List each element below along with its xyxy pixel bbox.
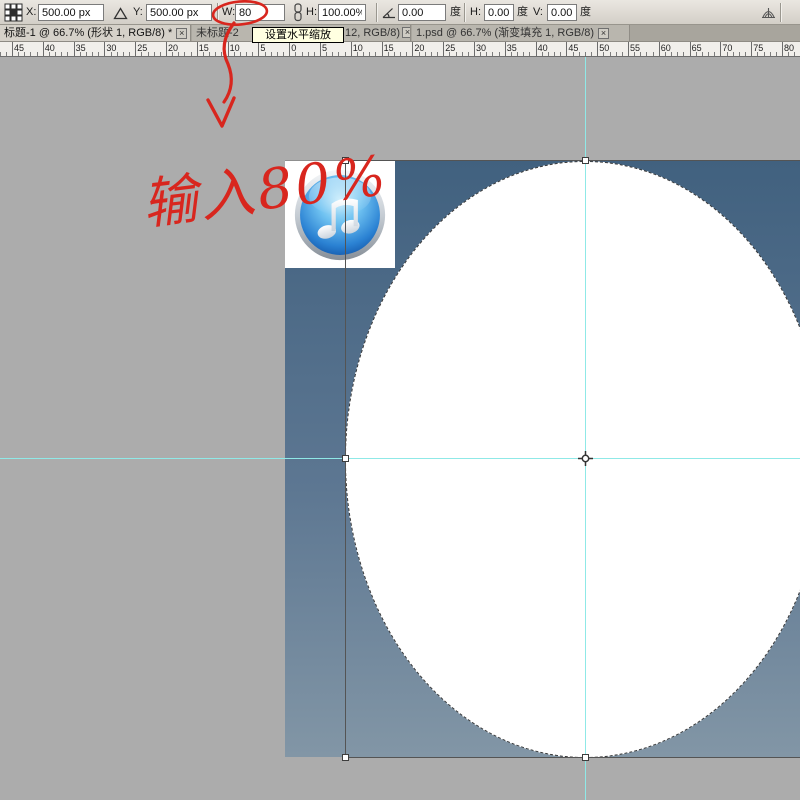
rotate-angle-unit: 度 [450, 0, 461, 25]
y-position-label: Y: [133, 0, 143, 25]
rotate-angle-icon [382, 6, 396, 19]
document-tab-bar: 标题-1 @ 66.7% (形状 1, RGB/8) * × 未标题-2 12, … [0, 25, 800, 42]
tab-title-right: 12, RGB/8) * [345, 25, 407, 41]
h-skew-unit: 度 [517, 0, 528, 25]
itunes-icon-tile [285, 161, 395, 268]
separator [217, 3, 219, 22]
transform-handle-middle-left[interactable] [342, 455, 349, 462]
ellipse-shape-layer[interactable] [345, 161, 800, 757]
maintain-aspect-ratio-link-icon[interactable] [292, 3, 304, 22]
h-skew-label: H: [470, 0, 481, 25]
transform-bottom-edge[interactable] [345, 757, 800, 758]
separator [376, 3, 378, 22]
tab-title: 1.psd @ 66.7% (渐变填充 1, RGB/8) [416, 27, 594, 39]
transform-center-reference-point[interactable] [578, 451, 593, 466]
transform-handle-bottom-middle[interactable] [582, 754, 589, 761]
separator [464, 3, 466, 22]
document-tab-3[interactable]: 1.psd @ 66.7% (渐变填充 1, RGB/8) × [412, 25, 630, 41]
tab-close-button[interactable]: × [176, 28, 187, 39]
relative-positioning-icon[interactable] [113, 7, 128, 20]
document-tab-1[interactable]: 标题-1 @ 66.7% (形状 1, RGB/8) * × [0, 25, 191, 41]
rotate-angle-input[interactable] [398, 4, 446, 21]
h-skew-input[interactable] [484, 4, 514, 21]
tab-title: 标题-1 @ 66.7% (形状 1, RGB/8) * [4, 27, 172, 39]
width-scale-input[interactable] [235, 4, 285, 21]
height-scale-input[interactable] [318, 4, 366, 21]
tab-title-left: 未标题-2 [196, 27, 239, 39]
horizontal-ruler[interactable]: 4540353025201510505101520253035404550556… [0, 42, 800, 57]
separator [780, 3, 782, 22]
height-scale-label: H: [306, 0, 317, 25]
vertical-guide[interactable] [585, 57, 586, 800]
warp-mode-icon[interactable] [760, 4, 777, 21]
v-skew-input[interactable] [547, 4, 577, 21]
reference-point-locator-icon[interactable] [4, 3, 23, 22]
canvas-pasteboard[interactable] [0, 57, 800, 800]
v-skew-unit: 度 [580, 0, 591, 25]
x-position-input[interactable] [38, 4, 104, 21]
transform-top-edge[interactable] [345, 160, 800, 161]
tooltip-set-horizontal-scale: 设置水平缩放 [252, 27, 344, 43]
transform-handle-top-middle[interactable] [582, 157, 589, 164]
itunes-icon [293, 168, 387, 262]
photoshop-window: X: Y: W: H: 度 H: 度 V: 度 [0, 0, 800, 800]
transform-options-bar: X: Y: W: H: 度 H: 度 V: 度 [0, 0, 800, 25]
width-scale-label: W: [222, 0, 235, 25]
horizontal-guide[interactable] [0, 458, 800, 459]
v-skew-label: V: [533, 0, 543, 25]
y-position-input[interactable] [146, 4, 212, 21]
tab-close-button[interactable]: × [598, 28, 609, 39]
transform-handle-bottom-left[interactable] [342, 754, 349, 761]
tab-close-button[interactable]: × [402, 27, 411, 38]
transform-handle-top-left[interactable] [342, 157, 349, 164]
x-position-label: X: [26, 0, 36, 25]
